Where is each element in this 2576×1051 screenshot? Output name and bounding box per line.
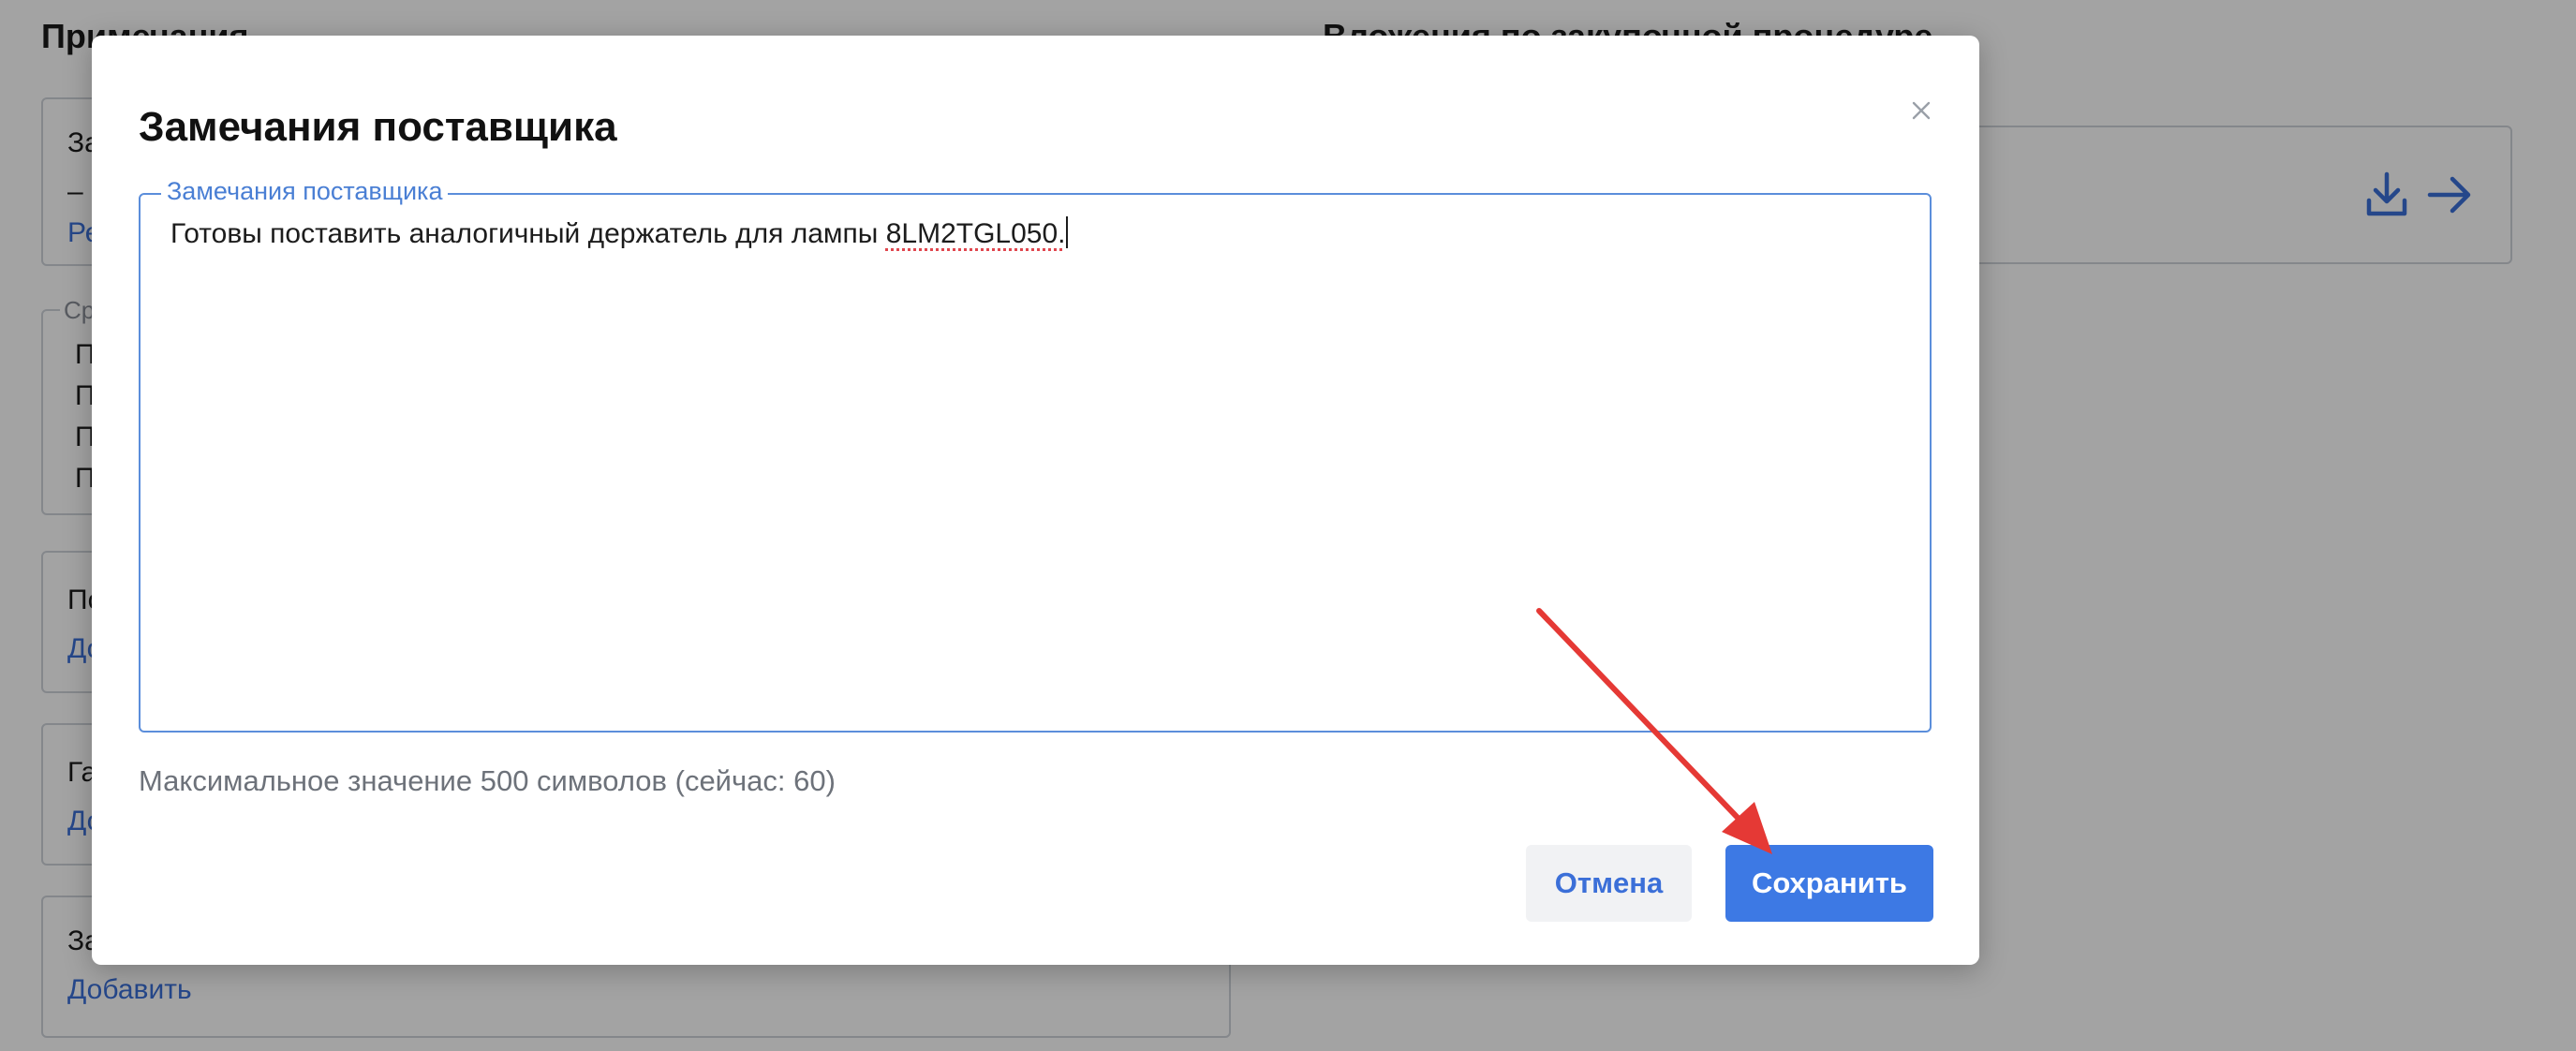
supplier-remarks-textarea[interactable]: Замечания поставщика Готовы поставить ан… [139,177,1932,733]
text-caret [1066,216,1069,248]
textarea-label: Замечания поставщика [161,177,449,206]
textarea-text: Готовы поставить аналогичный держатель д… [170,218,886,249]
supplier-remarks-dialog: Замечания поставщика Замечания поставщик… [92,36,1979,965]
save-button[interactable]: Сохранить [1725,845,1933,922]
textarea-value[interactable]: Готовы поставить аналогичный держатель д… [170,215,1902,252]
close-icon[interactable] [1908,97,1934,124]
dialog-title: Замечания поставщика [139,104,617,150]
spellcheck-flagged-word: 8LM2TGL050. [885,218,1066,249]
cancel-button[interactable]: Отмена [1526,845,1692,922]
character-limit-hint: Максимальное значение 500 символов (сейч… [139,764,836,797]
